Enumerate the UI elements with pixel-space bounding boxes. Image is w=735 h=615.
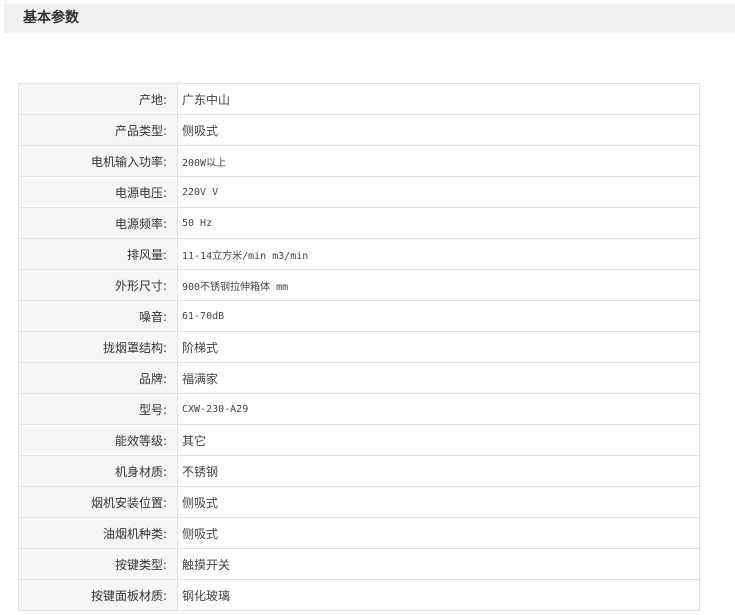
param-label: 油烟机种类: (18, 517, 178, 549)
params-table: 产地: 广东中山 产品类型: 侧吸式 电机输入功率: 200W以上 电源电压: … (18, 83, 700, 611)
param-label: 噪音: (18, 300, 178, 332)
param-value: 广东中山 (177, 83, 700, 115)
table-row: 外形尺寸: 900不锈钢拉伸箱体 mm (18, 269, 700, 301)
param-value: 侧吸式 (177, 486, 700, 518)
table-row: 油烟机种类: 侧吸式 (18, 517, 700, 549)
param-value: 11-14立方米/min m3/min (177, 238, 700, 270)
param-label: 产地: (18, 83, 178, 115)
table-row: 按键类型: 触摸开关 (18, 548, 700, 580)
param-label: 品牌: (18, 362, 178, 394)
param-label: 型号: (18, 393, 178, 425)
table-row: 拢烟罩结构: 阶梯式 (18, 331, 700, 363)
param-value: 侧吸式 (177, 114, 700, 146)
table-row: 产地: 广东中山 (18, 83, 700, 115)
table-row: 电机输入功率: 200W以上 (18, 145, 700, 177)
param-label: 拢烟罩结构: (18, 331, 178, 363)
param-label: 外形尺寸: (18, 269, 178, 301)
param-value: 61-70dB (177, 300, 700, 332)
section-title: 基本参数 (23, 10, 79, 26)
table-row: 烟机安装位置: 侧吸式 (18, 486, 700, 518)
param-label: 电源电压: (18, 176, 178, 208)
section-header: 基本参数 (4, 4, 735, 33)
param-value: 不锈钢 (177, 455, 700, 487)
table-row: 机身材质: 不锈钢 (18, 455, 700, 487)
table-row: 排风量: 11-14立方米/min m3/min (18, 238, 700, 270)
param-label: 能效等级: (18, 424, 178, 456)
param-value: 阶梯式 (177, 331, 700, 363)
param-label: 电机输入功率: (18, 145, 178, 177)
param-value: 220V V (177, 176, 700, 208)
table-row: 按键面板材质: 钢化玻璃 (18, 579, 700, 611)
param-value: 200W以上 (177, 145, 700, 177)
param-label: 电源频率: (18, 207, 178, 239)
table-row: 电源频率: 50 Hz (18, 207, 700, 239)
param-value: 50 Hz (177, 207, 700, 239)
param-label: 按键面板材质: (18, 579, 178, 611)
param-value: 钢化玻璃 (177, 579, 700, 611)
param-label: 烟机安装位置: (18, 486, 178, 518)
param-value: 侧吸式 (177, 517, 700, 549)
param-label: 机身材质: (18, 455, 178, 487)
param-label: 排风量: (18, 238, 178, 270)
param-value: 触摸开关 (177, 548, 700, 580)
table-row: 能效等级: 其它 (18, 424, 700, 456)
table-row: 品牌: 福满家 (18, 362, 700, 394)
table-row: 噪音: 61-70dB (18, 300, 700, 332)
table-row: 电源电压: 220V V (18, 176, 700, 208)
param-value: 其它 (177, 424, 700, 456)
table-row: 型号: CXW-230-A29 (18, 393, 700, 425)
param-value: 900不锈钢拉伸箱体 mm (177, 269, 700, 301)
param-label: 产品类型: (18, 114, 178, 146)
table-row: 产品类型: 侧吸式 (18, 114, 700, 146)
param-value: 福满家 (177, 362, 700, 394)
param-label: 按键类型: (18, 548, 178, 580)
param-value: CXW-230-A29 (177, 393, 700, 425)
